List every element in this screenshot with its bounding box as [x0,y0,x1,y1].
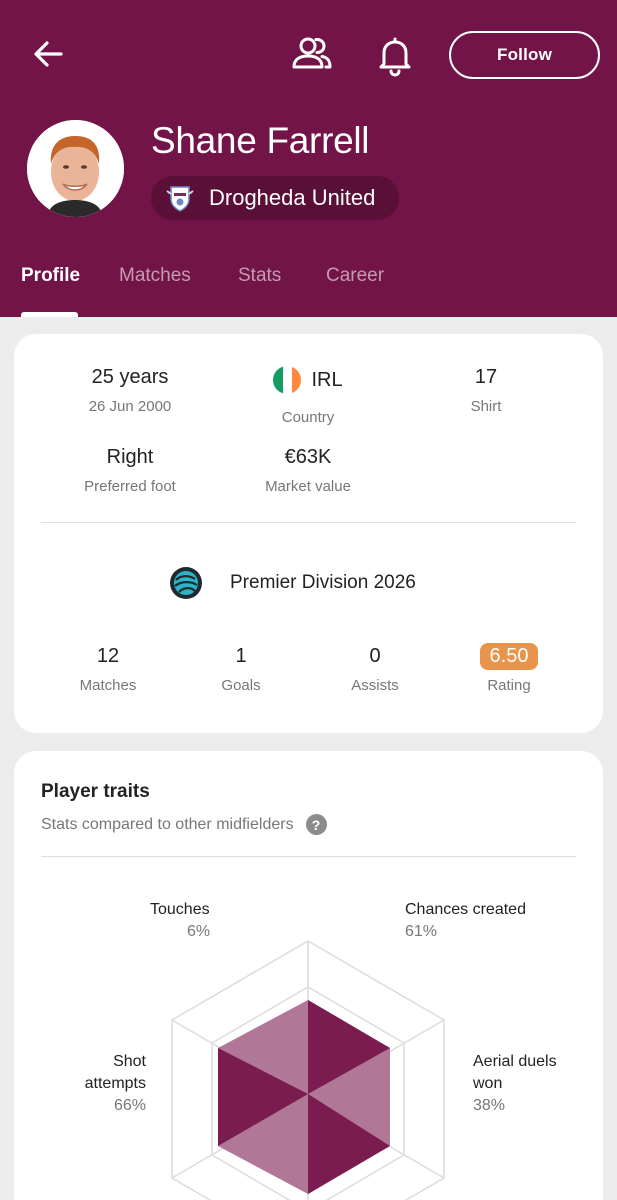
stat-matches: 12 Matches [48,642,168,695]
tab-career[interactable]: Career [326,265,384,287]
league-name: Premier Division 2026 [230,572,416,593]
back-button[interactable] [28,34,68,74]
country-value: IRL [311,368,343,391]
age-info: 25 years 26 Jun 2000 [40,366,220,415]
shirt-info: 17 Shirt [396,366,576,415]
league-logo-icon [170,567,202,599]
league-row[interactable]: Premier Division 2026 [169,566,416,600]
player-traits-card: Player traits Stats compared to other mi… [14,751,603,1200]
stat-rating: 6.50 Rating [449,642,569,694]
trait-pct: 38% [473,1097,506,1114]
stat-goals: 1 Goals [181,642,301,695]
trait-shot-attempts: Shot attempts 66% [76,1051,146,1117]
market-value-label: Market value [265,478,351,495]
country-info: IRL Country [218,366,398,426]
notification-button[interactable] [374,33,416,77]
arrow-left-icon [34,41,63,67]
stat-label: Matches [79,677,137,694]
shirt-label: Shirt [470,398,502,415]
team-crest-icon [166,186,194,212]
trait-label-text: Chances created [405,901,526,918]
divider [41,522,576,523]
player-info-card: 25 years 26 Jun 2000 IRL Country 17 Shir… [14,334,603,733]
team-link[interactable]: Drogheda United [151,176,399,220]
market-value: €63K [284,446,332,468]
people-button[interactable] [288,34,336,74]
age-value: 25 years [91,366,169,388]
player-header: Follow Shane Farrell Drogheda United Pro… [0,0,617,317]
tab-profile[interactable]: Profile [21,265,80,287]
trait-aerial-duels: Aerial duels won 38% [473,1051,573,1117]
traits-radar-chart [171,940,445,1200]
rating-badge: 6.50 [479,642,539,670]
foot-value: Right [106,446,154,468]
foot-info: Right Preferred foot [40,446,220,495]
follow-button[interactable]: Follow [449,31,600,79]
bell-icon [379,37,411,77]
stat-assists: 0 Assists [315,642,435,695]
trait-label-text: Touches [150,901,210,918]
tab-stats[interactable]: Stats [238,265,281,287]
trait-label-text: Shot attempts [84,1053,146,1092]
stat-label: Rating [487,677,531,694]
shirt-value: 17 [474,366,498,388]
team-name: Drogheda United [209,185,376,210]
trait-pct: 6% [187,923,211,940]
stat-value: 1 [235,644,247,667]
ireland-flag-icon [273,366,302,394]
player-name: Shane Farrell [151,120,370,161]
trait-pct: 66% [113,1097,146,1114]
stat-label: Goals [221,677,261,694]
people-icon [292,37,332,69]
trait-label-text: Aerial duels won [473,1053,557,1092]
stat-label: Assists [351,677,399,694]
trait-pct: 61% [405,923,438,940]
trait-touches: Touches 6% [150,899,210,943]
market-value-info: €63K Market value [218,446,398,495]
stat-value: 0 [369,644,381,667]
active-tab-indicator [21,312,78,317]
country-label: Country [281,409,335,426]
trait-chances-created: Chances created 61% [405,899,526,943]
birth-date: 26 Jun 2000 [88,398,172,415]
player-avatar [27,120,124,217]
foot-label: Preferred foot [84,478,176,495]
profile-tabs: Profile Matches Stats Career [0,262,617,317]
player-photo-icon [27,120,124,217]
tab-matches[interactable]: Matches [119,265,191,287]
stat-value: 12 [96,644,120,667]
